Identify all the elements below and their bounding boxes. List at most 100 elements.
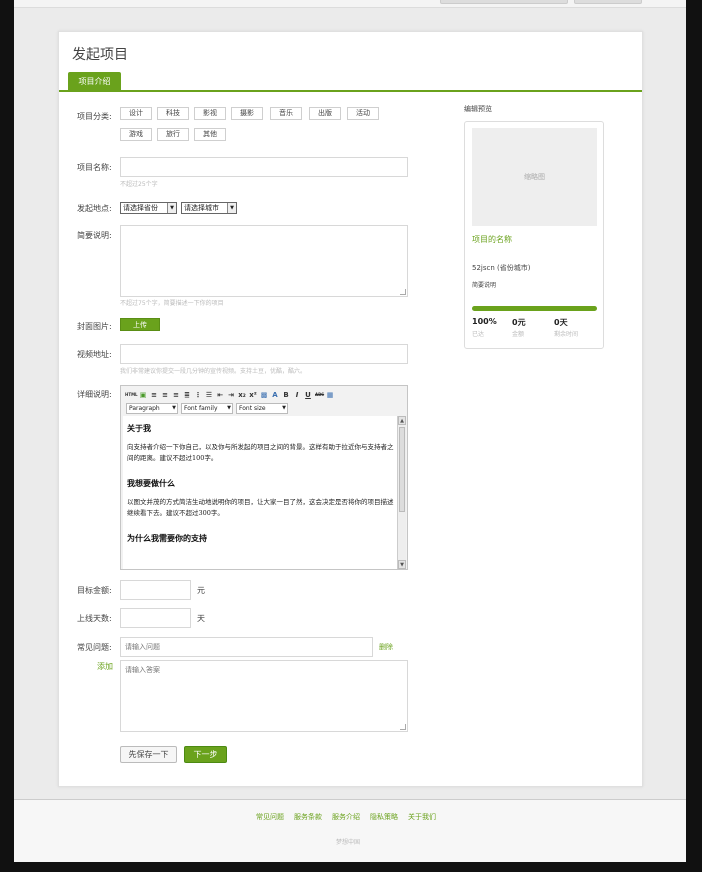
category-tag[interactable]: 影视 [194, 107, 226, 120]
table-icon[interactable]: ▦ [326, 391, 334, 399]
subscript-icon[interactable]: x₂ [238, 391, 246, 399]
footer-links: 常见问题 服务条款 服务介绍 隐私策略 关于我们 [256, 812, 436, 822]
preview-progress-bar [472, 306, 597, 311]
align-left-icon[interactable]: ≡ [150, 391, 158, 399]
underline-icon[interactable]: U [304, 391, 312, 399]
page-title: 发起项目 [72, 47, 128, 63]
text-color-icon[interactable]: A [271, 391, 279, 399]
align-right-icon[interactable]: ≡ [172, 391, 180, 399]
rich-text-editor: HTML ▣ ≡ ≡ ≡ ≣ ⋮ ☰ ⇤ ⇥ x₂ x² ▩ A B I U A… [120, 385, 408, 570]
goal-amount-label: 目标金额: [77, 586, 112, 595]
goal-amount-unit: 元 [197, 586, 205, 595]
province-select-value: 请选择省份 [123, 204, 158, 212]
chevron-down-icon: ▼ [227, 203, 236, 213]
footer-link-services[interactable]: 服务介绍 [332, 812, 360, 822]
image-icon[interactable]: ▣ [139, 391, 147, 399]
footer-link-privacy[interactable]: 隐私策略 [370, 812, 398, 822]
category-label: 项目分类: [77, 112, 112, 121]
chevron-down-icon: ▼ [167, 203, 176, 213]
scroll-down-icon[interactable]: ▼ [398, 560, 406, 569]
indent-icon[interactable]: ⇥ [227, 391, 235, 399]
top-bar [14, 0, 686, 8]
faq-label: 常见问题: [77, 643, 112, 652]
top-bar-tab[interactable] [440, 0, 568, 4]
editor-scrollbar[interactable]: ▲ ▼ [397, 416, 406, 569]
summary-hint: 不超过75个字，简要描述一下你的项目 [120, 300, 224, 307]
chevron-down-icon: ▼ [172, 405, 176, 411]
video-url-input[interactable] [120, 344, 408, 364]
city-select[interactable]: 请选择城市 ▼ [181, 202, 237, 214]
resize-handle-icon[interactable] [400, 724, 406, 730]
category-tag[interactable]: 设计 [120, 107, 152, 120]
outdent-icon[interactable]: ⇤ [216, 391, 224, 399]
unordered-list-icon[interactable]: ☰ [205, 391, 213, 399]
video-label: 视频地址: [77, 350, 112, 359]
category-tag[interactable]: 活动 [347, 107, 379, 120]
faq-question-input[interactable] [120, 637, 373, 657]
editor-paragraph: 以图文并茂的方式简洁生动地说明你的项目，让大家一目了然，这会决定是否将你的项目描… [127, 498, 394, 517]
category-tag[interactable]: 摄影 [231, 107, 263, 120]
align-justify-icon[interactable]: ≣ [183, 391, 191, 399]
background-color-icon[interactable]: ▩ [260, 391, 268, 399]
footer-link-terms[interactable]: 服务条款 [294, 812, 322, 822]
format-select[interactable]: Paragraph ▼ [126, 403, 178, 414]
strikethrough-icon[interactable]: ABC [315, 391, 324, 399]
preview-percent: 100% [472, 317, 497, 326]
preview-card: 缩略图 项目的名称 52jscn (省份城市) 简要说明 100% 已达 0元 … [464, 121, 604, 349]
goal-amount-input[interactable] [120, 580, 191, 600]
footer-link-about[interactable]: 关于我们 [408, 812, 436, 822]
preview-summary: 简要说明 [472, 282, 497, 289]
days-input[interactable] [120, 608, 191, 628]
province-select[interactable]: 请选择省份 ▼ [120, 202, 177, 214]
cover-label: 封面图片: [77, 322, 112, 331]
project-name-hint: 不超过25个字 [120, 181, 158, 188]
location-label: 发起地点: [77, 204, 112, 213]
bold-icon[interactable]: B [282, 391, 290, 399]
next-step-button[interactable]: 下一步 [184, 746, 227, 763]
resize-handle-icon[interactable] [400, 289, 406, 295]
video-hint: 我们非常建议你提交一段几分钟的宣传视频。支持土豆，优酷，酷六。 [120, 368, 307, 375]
font-size-select[interactable]: Font size ▼ [236, 403, 288, 414]
preview-days-label: 剩余时间 [554, 331, 579, 338]
footer-link-faq[interactable]: 常见问题 [256, 812, 284, 822]
category-tag[interactable]: 音乐 [270, 107, 302, 120]
upload-button[interactable]: 上传 [120, 318, 160, 331]
top-bar-tab[interactable] [574, 0, 642, 4]
tab-project-intro[interactable]: 项目介绍 [68, 72, 121, 91]
detail-label: 详细说明: [77, 390, 112, 399]
editor-heading: 我想要做什么 [127, 478, 175, 488]
font-size-select-value: Font size [239, 405, 266, 412]
scroll-up-icon[interactable]: ▲ [398, 416, 406, 425]
category-tag[interactable]: 科技 [157, 107, 189, 120]
faq-add-link[interactable]: 添加 [97, 661, 113, 672]
summary-label: 简要说明: [77, 231, 112, 240]
preview-amount: 0元 [512, 318, 526, 327]
project-name-input[interactable] [120, 157, 408, 177]
category-tag[interactable]: 游戏 [120, 128, 152, 141]
form-card: 发起项目 项目介绍 项目分类: 设计 科技 影视 摄影 音乐 出版 活动 游戏 … [58, 31, 643, 787]
editor-paragraph: 向支持者介绍一下你自己，以及你与所发起的项目之间的背景。这样有助于拉近你与支持者… [127, 443, 394, 462]
preview-progress-fill [472, 306, 597, 311]
italic-icon[interactable]: I [293, 391, 301, 399]
font-family-select[interactable]: Font family ▼ [181, 403, 233, 414]
category-tag[interactable]: 其他 [194, 128, 226, 141]
footer: 常见问题 服务条款 服务介绍 隐私策略 关于我们 梦想中国 [14, 800, 686, 862]
days-unit: 天 [197, 614, 205, 623]
align-center-icon[interactable]: ≡ [161, 391, 169, 399]
preview-project-name: 项目的名称 [472, 235, 512, 244]
ordered-list-icon[interactable]: ⋮ [194, 391, 202, 399]
faq-answer-textarea[interactable] [120, 660, 408, 732]
faq-delete-link[interactable]: 删除 [379, 642, 393, 652]
editor-content-area[interactable]: 关于我 向支持者介绍一下你自己，以及你与所发起的项目之间的背景。这样有助于拉近你… [123, 416, 399, 569]
html-icon[interactable]: HTML [125, 391, 138, 399]
save-draft-button[interactable]: 先保存一下 [120, 746, 177, 763]
category-tag[interactable]: 旅行 [157, 128, 189, 141]
summary-textarea[interactable] [120, 225, 408, 297]
preview-amount-label: 金额 [512, 331, 525, 338]
scrollbar-thumb[interactable] [399, 427, 405, 512]
superscript-icon[interactable]: x² [249, 391, 257, 399]
category-tag[interactable]: 出版 [309, 107, 341, 120]
editor-toolbar: HTML ▣ ≡ ≡ ≡ ≣ ⋮ ☰ ⇤ ⇥ x₂ x² ▩ A B I U A… [125, 389, 334, 401]
tab-underline [59, 90, 642, 92]
font-family-select-value: Font family [184, 405, 218, 412]
